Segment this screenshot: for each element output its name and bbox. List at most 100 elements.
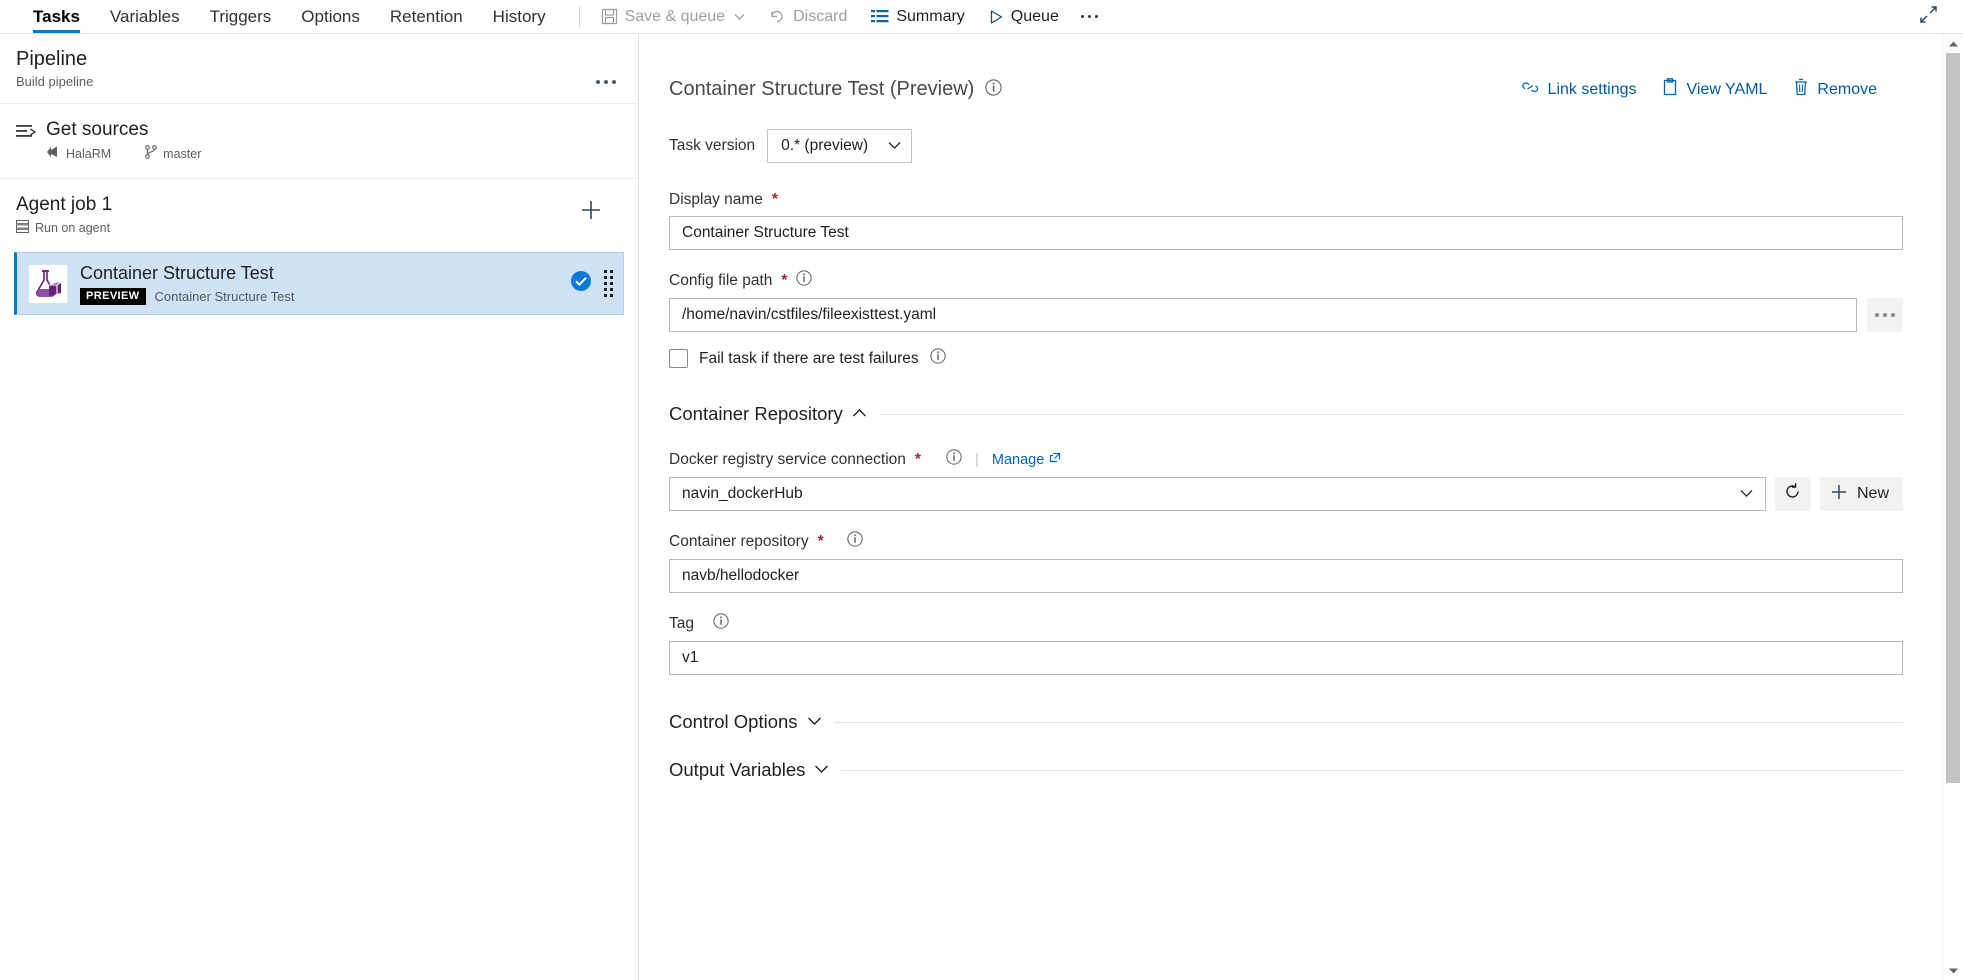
tab-triggers-label: Triggers xyxy=(209,6,272,26)
section-divider xyxy=(878,413,1903,415)
container-repository-section-header[interactable]: Container Repository xyxy=(669,403,1903,425)
agent-meta: Run on agent xyxy=(16,220,110,236)
container-structure-test-icon xyxy=(29,264,67,303)
detail-header-actions: Link settings View YAML Remove xyxy=(1521,78,1877,101)
azure-repos-icon xyxy=(46,145,60,162)
task-item-container-structure-test[interactable]: Container Structure Test PREVIEW Contain… xyxy=(14,252,624,315)
task-item-name: Container Structure Test xyxy=(80,263,274,283)
save-and-queue-button[interactable]: Save & queue xyxy=(590,0,757,34)
display-name-label: Display name * xyxy=(669,191,778,208)
add-task-button[interactable] xyxy=(580,199,602,226)
manage-connections-link[interactable]: Manage xyxy=(992,452,1061,468)
task-version-row: Task version 0.* (preview) xyxy=(669,129,1903,163)
docker-registry-label: Docker registry service connection * xyxy=(669,450,921,468)
preview-badge: PREVIEW xyxy=(80,288,146,305)
play-icon xyxy=(989,9,1004,25)
container-repository-info-icon[interactable] xyxy=(846,531,863,552)
agent-job-node[interactable]: Agent job 1 Run on agent xyxy=(0,179,638,252)
get-sources-node[interactable]: Get sources HalaRM master xyxy=(0,104,638,179)
fail-task-checkbox-row: Fail task if there are test failures xyxy=(669,348,1903,369)
get-sources-icon xyxy=(16,118,46,145)
external-link-icon xyxy=(1049,452,1061,468)
display-name-field: Display name * xyxy=(669,191,1903,250)
scrollbar-track[interactable] xyxy=(1943,783,1963,961)
trash-icon xyxy=(1793,78,1809,101)
tag-info-icon[interactable] xyxy=(713,613,729,634)
tab-retention[interactable]: Retention xyxy=(375,0,478,33)
repo-meta: HalaRM xyxy=(46,145,111,162)
toolbar-divider xyxy=(578,6,580,27)
link-icon xyxy=(1521,79,1540,101)
task-version-label: Task version xyxy=(669,137,756,154)
discard-label: Discard xyxy=(793,7,848,25)
branch-icon xyxy=(145,145,158,162)
branch-meta: master xyxy=(145,145,201,162)
label-separator: | xyxy=(974,451,979,468)
new-connection-label: New xyxy=(1856,485,1889,502)
tag-label: Tag xyxy=(669,614,694,632)
display-name-input[interactable] xyxy=(669,216,1903,250)
agent-job-subtitle: Run on agent xyxy=(35,221,111,235)
config-file-path-input[interactable] xyxy=(669,298,1857,332)
repo-name: HalaRM xyxy=(66,146,112,161)
scroll-down-button[interactable] xyxy=(1943,961,1963,980)
pipeline-header[interactable]: Pipeline Build pipeline xyxy=(0,34,638,104)
pipeline-title: Pipeline xyxy=(16,48,88,70)
config-file-path-info-icon[interactable] xyxy=(796,270,813,291)
fail-task-info-icon[interactable] xyxy=(930,348,946,369)
detail-title-info-icon[interactable] xyxy=(985,78,1002,101)
summary-list-icon xyxy=(871,9,889,25)
link-settings-label: Link settings xyxy=(1547,80,1637,98)
docker-registry-info-icon[interactable] xyxy=(946,449,962,470)
container-repository-field: Container repository * xyxy=(669,531,1903,593)
view-yaml-label: View YAML xyxy=(1686,80,1768,98)
remove-label: Remove xyxy=(1817,80,1877,98)
chevron-down-icon xyxy=(814,761,829,779)
detail-header: Container Structure Test (Preview) Link … xyxy=(669,78,1903,101)
new-connection-button[interactable]: New xyxy=(1819,477,1903,511)
container-repository-input[interactable] xyxy=(669,559,1903,593)
scroll-up-button[interactable] xyxy=(1943,34,1963,53)
pipeline-more-button[interactable] xyxy=(596,80,616,84)
browse-config-file-button[interactable] xyxy=(1867,298,1903,332)
agent-job-title: Agent job 1 xyxy=(16,194,113,215)
control-options-title: Control Options xyxy=(669,711,798,732)
task-version-select[interactable]: 0.* (preview) xyxy=(767,129,913,163)
tab-variables[interactable]: Variables xyxy=(95,0,195,33)
detail-scrollbar[interactable] xyxy=(1942,34,1963,980)
discard-button[interactable]: Discard xyxy=(758,0,858,34)
view-yaml-button[interactable]: View YAML xyxy=(1662,78,1767,101)
save-and-queue-label: Save & queue xyxy=(624,7,726,25)
task-enabled-check-icon[interactable] xyxy=(570,270,592,297)
scrollbar-thumb[interactable] xyxy=(1946,53,1960,783)
summary-button[interactable]: Summary xyxy=(860,0,975,34)
task-drag-handle[interactable] xyxy=(604,270,613,297)
tab-tasks[interactable]: Tasks xyxy=(18,0,95,33)
more-commands-button[interactable] xyxy=(1072,0,1108,34)
fail-task-checkbox[interactable] xyxy=(669,349,688,368)
tab-history[interactable]: History xyxy=(478,0,561,33)
expand-diagonal-icon xyxy=(1919,5,1938,29)
branch-name: master xyxy=(163,146,202,161)
tag-input[interactable] xyxy=(669,641,1903,675)
chevron-down-icon xyxy=(888,137,901,155)
link-settings-button[interactable]: Link settings xyxy=(1521,79,1637,101)
refresh-connections-button[interactable] xyxy=(1774,477,1811,511)
summary-label: Summary xyxy=(896,7,965,25)
remove-task-button[interactable]: Remove xyxy=(1793,78,1877,101)
get-sources-title: Get sources xyxy=(46,119,149,140)
task-version-value: 0.* (preview) xyxy=(781,137,869,154)
queue-button[interactable]: Queue xyxy=(978,0,1070,34)
control-options-section-header[interactable]: Control Options xyxy=(669,711,1903,733)
refresh-icon xyxy=(1783,482,1802,506)
clipboard-icon xyxy=(1662,78,1678,101)
required-asterisk: * xyxy=(771,191,778,208)
tab-options[interactable]: Options xyxy=(286,0,375,33)
chevron-up-icon xyxy=(852,405,867,423)
tag-field: Tag xyxy=(669,613,1903,675)
output-variables-title: Output Variables xyxy=(669,759,806,780)
expand-view-button[interactable] xyxy=(1911,0,1945,34)
tab-triggers[interactable]: Triggers xyxy=(195,0,287,33)
output-variables-section-header[interactable]: Output Variables xyxy=(669,759,1903,781)
docker-registry-select[interactable]: navin_dockerHub xyxy=(669,477,1766,511)
